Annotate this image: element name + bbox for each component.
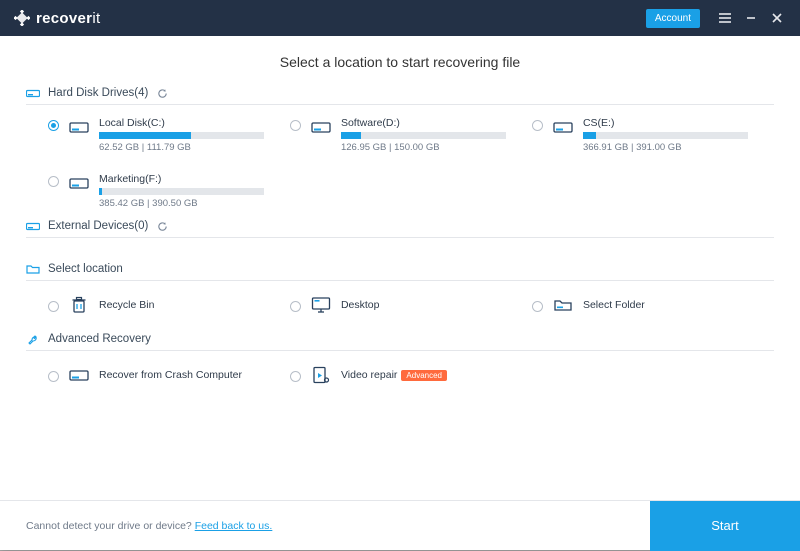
drive-stats: 62.52 GB | 111.79 GB [99, 142, 264, 153]
advanced-name: Recover from Crash Computer [99, 369, 242, 381]
drive-name: CS(E:) [583, 117, 748, 129]
radio[interactable] [532, 301, 543, 312]
divider [26, 350, 774, 351]
usage-bar [99, 132, 264, 139]
section-ext-header: External Devices(0) [26, 219, 774, 233]
section-hdd-header: Hard Disk Drives(4) [26, 86, 774, 100]
location-name: Select Folder [583, 299, 645, 311]
refresh-icon[interactable] [156, 87, 168, 99]
drive-item[interactable]: Local Disk(C:) 62.52 GB | 111.79 GB [48, 115, 290, 163]
drive-name: Marketing(F:) [99, 173, 264, 185]
drive-stats: 366.91 GB | 391.00 GB [583, 142, 748, 153]
drive-item[interactable]: Marketing(F:) 385.42 GB | 390.50 GB [48, 171, 290, 219]
brand: recoverit [14, 10, 100, 27]
brand-icon [14, 10, 30, 26]
radio[interactable] [48, 120, 59, 131]
minimize-icon[interactable] [740, 7, 762, 29]
section-adv-header: Advanced Recovery [26, 332, 774, 346]
advanced-item[interactable]: Video repairAdvanced [290, 361, 532, 388]
drive-info: CS(E:) 366.91 GB | 391.00 GB [583, 117, 766, 153]
footer-text: Cannot detect your drive or device? Feed… [26, 520, 272, 532]
start-button[interactable]: Start [650, 501, 800, 551]
titlebar: recoverit Account [0, 0, 800, 36]
drive-icon [69, 366, 89, 384]
close-icon[interactable] [766, 7, 788, 29]
divider [26, 280, 774, 281]
radio[interactable] [48, 176, 59, 187]
drive-name: Local Disk(C:) [99, 117, 264, 129]
page-title: Select a location to start recovering fi… [26, 54, 774, 70]
badge: Advanced [401, 370, 447, 381]
section-adv-label: Advanced Recovery [48, 333, 151, 345]
menu-icon[interactable] [714, 7, 736, 29]
drive-name: Software(D:) [341, 117, 506, 129]
radio[interactable] [48, 371, 59, 382]
trash-icon [69, 296, 89, 314]
hdd-grid: Local Disk(C:) 62.52 GB | 111.79 GB Soft… [26, 115, 774, 219]
drive-item[interactable]: Software(D:) 126.95 GB | 150.00 GB [290, 115, 532, 163]
drive-icon [553, 118, 573, 136]
radio[interactable] [290, 371, 301, 382]
location-item[interactable]: Select Folder [532, 291, 774, 318]
drive-info: Software(D:) 126.95 GB | 150.00 GB [341, 117, 524, 153]
wrench-icon [26, 332, 40, 346]
section-hdd-label: Hard Disk Drives(4) [48, 87, 148, 99]
usage-bar [583, 132, 748, 139]
drive-stats: 385.42 GB | 390.50 GB [99, 198, 264, 209]
section-ext-label: External Devices(0) [48, 220, 148, 232]
drive-item[interactable]: CS(E:) 366.91 GB | 391.00 GB [532, 115, 774, 163]
drive-info: Marketing(F:) 385.42 GB | 390.50 GB [99, 173, 282, 209]
footer: Cannot detect your drive or device? Feed… [0, 500, 800, 550]
radio[interactable] [48, 301, 59, 312]
drive-icon [311, 118, 331, 136]
usage-bar [99, 188, 264, 195]
location-item[interactable]: Recycle Bin [48, 291, 290, 318]
folder-icon [26, 262, 40, 276]
monitor-icon [311, 296, 331, 314]
divider [26, 237, 774, 238]
account-button[interactable]: Account [646, 9, 700, 28]
advanced-grid: Recover from Crash Computer Video repair… [26, 361, 774, 388]
section-loc-label: Select location [48, 263, 123, 275]
usage-bar [341, 132, 506, 139]
app-window: recoverit Account Select a location to s… [0, 0, 800, 550]
main-body: Select a location to start recovering fi… [0, 36, 800, 500]
feedback-link[interactable]: Feed back to us. [195, 520, 273, 532]
divider [26, 104, 774, 105]
refresh-icon[interactable] [156, 220, 168, 232]
location-item[interactable]: Desktop [290, 291, 532, 318]
advanced-item[interactable]: Recover from Crash Computer [48, 361, 290, 388]
location-grid: Recycle Bin Desktop Select Folder [26, 291, 774, 318]
radio[interactable] [290, 301, 301, 312]
advanced-name: Video repairAdvanced [341, 369, 447, 381]
location-name: Desktop [341, 299, 380, 311]
drive-icon [69, 174, 89, 192]
radio[interactable] [290, 120, 301, 131]
video-icon [311, 366, 331, 384]
drive-icon [69, 118, 89, 136]
drive-info: Local Disk(C:) 62.52 GB | 111.79 GB [99, 117, 282, 153]
radio[interactable] [532, 120, 543, 131]
drive-icon [26, 86, 40, 100]
folder-icon [553, 296, 573, 314]
location-name: Recycle Bin [99, 299, 154, 311]
section-loc-header: Select location [26, 262, 774, 276]
drive-stats: 126.95 GB | 150.00 GB [341, 142, 506, 153]
brand-text: recoverit [36, 10, 100, 27]
drive-icon [26, 219, 40, 233]
